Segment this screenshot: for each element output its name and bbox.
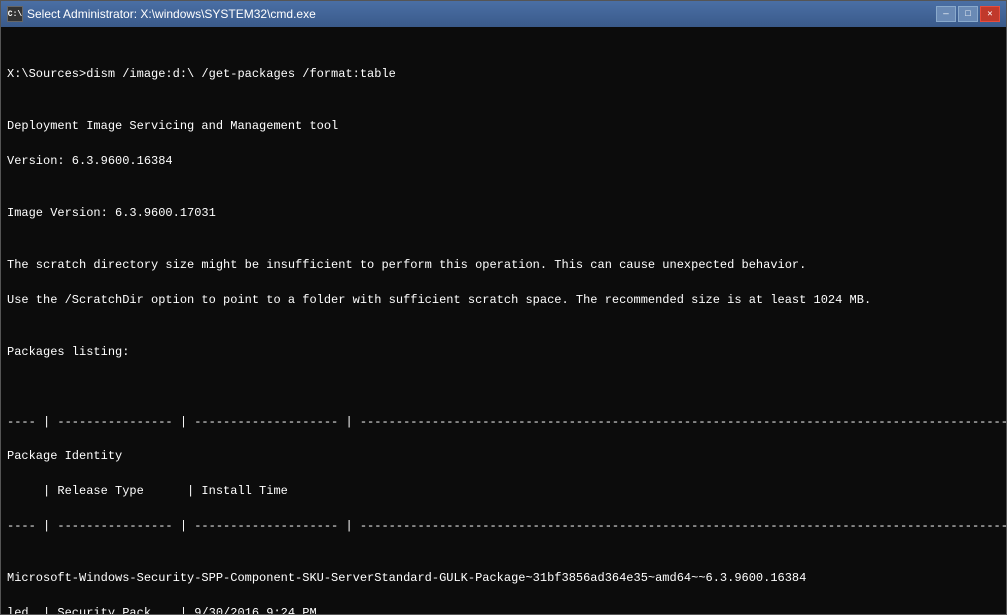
window-title: Select Administrator: X:\windows\SYSTEM3… — [27, 7, 316, 21]
console-line: Deployment Image Servicing and Managemen… — [7, 118, 1000, 135]
cmd-window: C:\ Select Administrator: X:\windows\SYS… — [0, 0, 1007, 615]
console-line: Microsoft-Windows-Security-SPP-Component… — [7, 570, 1000, 587]
minimize-button[interactable]: — — [936, 6, 956, 22]
title-bar: C:\ Select Administrator: X:\windows\SYS… — [1, 1, 1006, 27]
cmd-icon: C:\ — [7, 6, 23, 22]
console-line: ---- | ---------------- | --------------… — [7, 414, 1000, 431]
console-line: Package Identity | State — [7, 448, 1000, 465]
console-line: ---- | ---------------- | --------------… — [7, 518, 1000, 535]
console-line: Version: 6.3.9600.16384 — [7, 153, 1000, 170]
console-line: X:\Sources>dism /image:d:\ /get-packages… — [7, 66, 1000, 83]
console-line: Image Version: 6.3.9600.17031 — [7, 205, 1000, 222]
console-line: led | Security Pack | 9/30/2016 9:24 PM — [7, 605, 1000, 614]
close-button[interactable]: ✕ — [980, 6, 1000, 22]
console-line: | Release Type | Install Time — [7, 483, 1000, 500]
console-line: The scratch directory size might be insu… — [7, 257, 1000, 274]
console-line: Packages listing: — [7, 344, 1000, 361]
window-controls: — □ ✕ — [936, 6, 1000, 22]
title-bar-left: C:\ Select Administrator: X:\windows\SYS… — [7, 6, 316, 22]
console-line: Use the /ScratchDir option to point to a… — [7, 292, 1000, 309]
maximize-button[interactable]: □ — [958, 6, 978, 22]
console-output[interactable]: X:\Sources>dism /image:d:\ /get-packages… — [1, 27, 1006, 614]
